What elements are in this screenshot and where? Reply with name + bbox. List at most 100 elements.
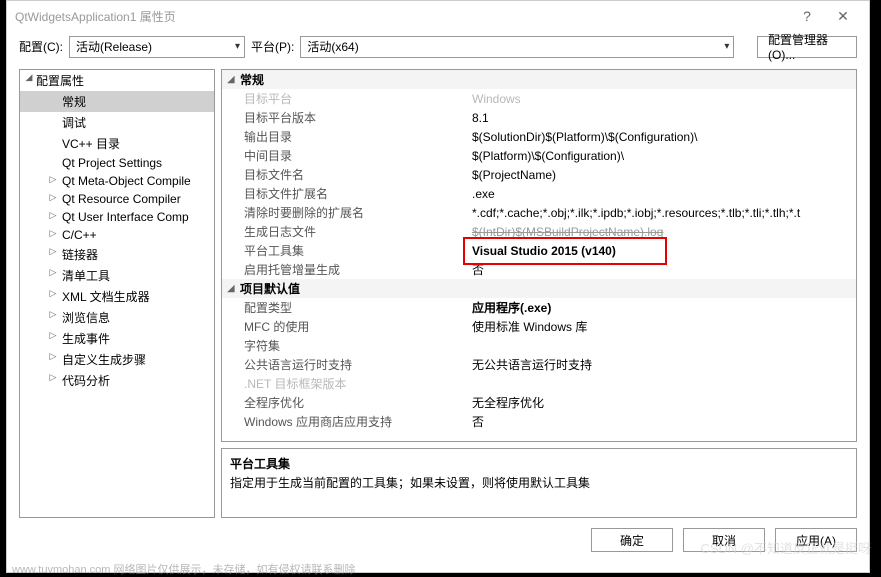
apply-button[interactable]: 应用(A) (775, 528, 857, 552)
property-page-window: QtWidgetsApplication1 属性页 ? ✕ 配置(C): 活动(… (6, 0, 870, 573)
tree-item[interactable]: ▷浏览信息 (20, 307, 214, 328)
tree-item-label: VC++ 目录 (62, 137, 120, 151)
footer: 确定 取消 应用(A) (7, 518, 869, 562)
expand-icon[interactable]: ◢ (24, 72, 34, 83)
property-value[interactable]: 无公共语言运行时支持 (470, 356, 856, 373)
property-row[interactable]: 公共语言运行时支持无公共语言运行时支持 (222, 355, 856, 374)
property-value[interactable]: 使用标准 Windows 库 (470, 318, 856, 335)
expand-icon[interactable]: ▷ (48, 351, 58, 362)
property-value[interactable]: 8.1 (470, 111, 856, 125)
property-row[interactable]: 目标平台Windows (222, 89, 856, 108)
property-row[interactable]: 全程序优化无全程序优化 (222, 393, 856, 412)
right-panel: ◢常规目标平台Windows目标平台版本8.1输出目录$(SolutionDir… (221, 69, 857, 518)
expand-icon[interactable]: ▷ (48, 267, 58, 278)
config-manager-button[interactable]: 配置管理器(O)... (757, 36, 857, 58)
property-row[interactable]: 配置类型应用程序(.exe) (222, 298, 856, 317)
titlebar: QtWidgetsApplication1 属性页 ? ✕ (7, 1, 869, 31)
tree-item[interactable]: ▷链接器 (20, 244, 214, 265)
tree-item[interactable]: ▷ Qt User Interface Comp (20, 208, 214, 226)
tree-item-label: Qt User Interface Comp (62, 210, 189, 224)
property-value[interactable]: Windows (470, 92, 856, 106)
expand-icon[interactable]: ▷ (48, 288, 58, 299)
expand-icon[interactable]: ▷ (48, 246, 58, 257)
property-row[interactable]: 目标文件名$(ProjectName) (222, 165, 856, 184)
property-value[interactable]: 无全程序优化 (470, 394, 856, 411)
tree-item[interactable]: ▷C/C++ (20, 226, 214, 244)
property-grid[interactable]: ◢常规目标平台Windows目标平台版本8.1输出目录$(SolutionDir… (221, 69, 857, 442)
property-row[interactable]: 字符集 (222, 336, 856, 355)
property-row[interactable]: 输出目录$(SolutionDir)$(Platform)\$(Configur… (222, 127, 856, 146)
collapse-icon[interactable]: ◢ (222, 283, 240, 294)
expand-icon[interactable]: ▷ (48, 210, 58, 221)
property-group[interactable]: ◢项目默认值 (222, 279, 856, 298)
help-button[interactable]: ? (789, 8, 825, 24)
property-row[interactable]: 目标文件扩展名.exe (222, 184, 856, 203)
property-value[interactable]: .exe (470, 187, 856, 201)
property-value[interactable]: Visual Studio 2015 (v140) (470, 244, 856, 258)
property-name: 生成日志文件 (222, 223, 470, 240)
tree-item-label: 调试 (62, 116, 86, 130)
platform-dropdown[interactable]: 活动(x64) (300, 36, 734, 58)
property-value[interactable]: $(Platform)\$(Configuration)\ (470, 149, 856, 163)
property-name: 全程序优化 (222, 394, 470, 411)
tree-item[interactable]: ▷ 清单工具 (20, 265, 214, 286)
property-row[interactable]: 清除时要删除的扩展名*.cdf;*.cache;*.obj;*.ilk;*.ip… (222, 203, 856, 222)
tree-item[interactable]: ▷Qt Meta-Object Compile (20, 172, 214, 190)
tree-item[interactable]: ▷Qt Resource Compiler (20, 190, 214, 208)
expand-icon[interactable]: ▷ (48, 228, 58, 239)
platform-label: 平台(P): (251, 38, 294, 55)
property-value[interactable]: $(SolutionDir)$(Platform)\$(Configuratio… (470, 130, 856, 144)
property-value[interactable]: 否 (470, 261, 856, 278)
property-name: .NET 目标框架版本 (222, 375, 470, 392)
tree-item-label: 常规 (62, 95, 86, 109)
property-row[interactable]: 目标平台版本8.1 (222, 108, 856, 127)
property-name: 清除时要删除的扩展名 (222, 204, 470, 221)
tree-item[interactable]: ▷ 代码分析 (20, 370, 214, 391)
config-dropdown[interactable]: 活动(Release) (69, 36, 245, 58)
bottom-disclaimer: www.tuvmohan.com 网络图片仅供展示，未存储，如有侵权请联系删除 (12, 561, 355, 577)
property-row[interactable]: Windows 应用商店应用支持否 (222, 412, 856, 431)
property-row[interactable]: 中间目录$(Platform)\$(Configuration)\ (222, 146, 856, 165)
tree-item-label: XML 文档生成器 (62, 290, 150, 304)
expand-icon[interactable]: ▷ (48, 330, 58, 341)
collapse-icon[interactable]: ◢ (222, 74, 240, 85)
tree-item[interactable]: ▷生成事件 (20, 328, 214, 349)
expand-icon[interactable]: ▷ (48, 309, 58, 320)
tree-item[interactable]: Qt Project Settings (20, 154, 214, 172)
tree-item[interactable]: 常规 (20, 91, 214, 112)
config-value: 活动(Release) (76, 38, 152, 55)
tree-item-label: 代码分析 (62, 374, 110, 388)
tree-item[interactable]: ▷ XML 文档生成器 (20, 286, 214, 307)
cancel-button[interactable]: 取消 (683, 528, 765, 552)
tree-item[interactable]: ▷自定义生成步骤 (20, 349, 214, 370)
property-row[interactable]: 生成日志文件$(IntDir)$(MSBuildProjectName).log (222, 222, 856, 241)
property-row[interactable]: 启用托管增量生成否 (222, 260, 856, 279)
tree-item[interactable]: 调试 (20, 112, 214, 133)
property-name: 目标平台版本 (222, 109, 470, 126)
ok-button[interactable]: 确定 (591, 528, 673, 552)
window-title: QtWidgetsApplication1 属性页 (15, 8, 789, 25)
property-name: 字符集 (222, 337, 470, 354)
property-value[interactable]: $(ProjectName) (470, 168, 856, 182)
property-group[interactable]: ◢常规 (222, 70, 856, 89)
property-value[interactable]: 应用程序(.exe) (470, 299, 856, 316)
property-value[interactable]: $(IntDir)$(MSBuildProjectName).log (470, 225, 856, 239)
expand-icon[interactable]: ▷ (48, 174, 58, 185)
property-name: 公共语言运行时支持 (222, 356, 470, 373)
description-title: 平台工具集 (230, 455, 848, 472)
property-row[interactable]: .NET 目标框架版本 (222, 374, 856, 393)
property-name: 启用托管增量生成 (222, 261, 470, 278)
property-value[interactable]: 否 (470, 413, 856, 430)
tree-root[interactable]: ◢配置属性 (20, 70, 214, 91)
expand-icon[interactable]: ▷ (48, 192, 58, 203)
property-row[interactable]: 平台工具集Visual Studio 2015 (v140) (222, 241, 856, 260)
tree-item[interactable]: VC++ 目录 (20, 133, 214, 154)
expand-icon[interactable]: ▷ (48, 372, 58, 383)
property-value[interactable]: *.cdf;*.cache;*.obj;*.ilk;*.ipdb;*.iobj;… (470, 206, 856, 220)
config-tree[interactable]: ◢配置属性常规调试 VC++ 目录 Qt Project Settings▷Qt M… (19, 69, 215, 518)
close-button[interactable]: ✕ (825, 8, 861, 25)
property-name: Windows 应用商店应用支持 (222, 413, 470, 430)
property-row[interactable]: MFC 的使用使用标准 Windows 库 (222, 317, 856, 336)
tree-item-label: 清单工具 (62, 269, 110, 283)
config-toolbar: 配置(C): 活动(Release) 平台(P): 活动(x64) 配置管理器(… (7, 31, 869, 63)
